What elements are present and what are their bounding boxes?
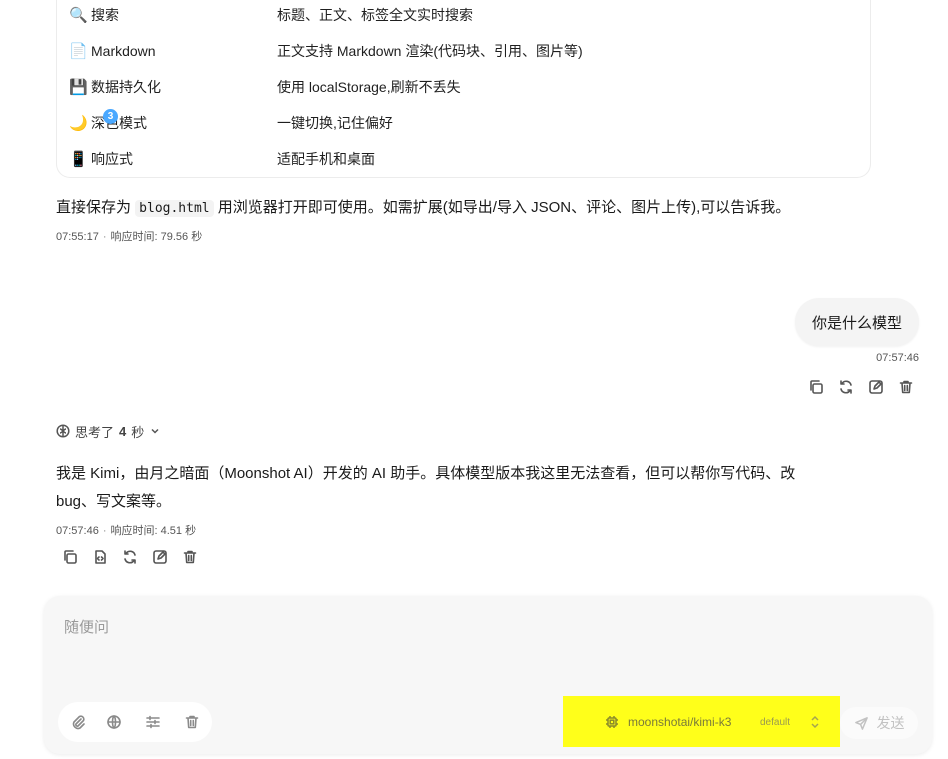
regenerate-icon[interactable] (119, 546, 141, 568)
floppy-disk-icon: 💾 (69, 78, 88, 96)
edit-icon[interactable] (149, 546, 171, 568)
feature-name: 深色模式 (91, 115, 147, 131)
response-time: 响应时间: 4.51 秒 (110, 525, 197, 537)
globe-icon[interactable] (103, 711, 125, 733)
document-icon: 📄 (69, 42, 88, 60)
feature-desc: 正文支持 Markdown 渲染(代码块、引用、图片等) (277, 43, 583, 59)
user-message-time: 07:57:46 (876, 352, 919, 364)
message-input[interactable]: 随便问 (64, 616, 109, 637)
feature-row: 📱 响应式 适配手机和桌面 (57, 141, 870, 177)
thinking-toggle[interactable]: 思考了 4 秒 (56, 421, 161, 441)
brain-icon (56, 424, 70, 438)
feature-row: 📄 Markdown 正文支持 Markdown 渲染(代码块、引用、图片等) (57, 33, 870, 69)
model-selector[interactable]: moonshotai/kimi-k3 default (563, 696, 840, 747)
message-line: 我是 Kimi，由月之暗面（Moonshot AI）开发的 AI 助手。具体模型… (56, 465, 796, 482)
thinking-unit: 秒 (131, 424, 145, 440)
paperclip-icon[interactable] (67, 711, 89, 733)
user-message-bubble: 你是什么模型 (794, 298, 919, 346)
tools-count-badge: 3 (103, 109, 118, 124)
feature-row: 🔍 搜索 标题、正文、标签全文实时搜索 (57, 0, 870, 33)
feature-name: 响应式 (91, 151, 133, 167)
regenerate-icon[interactable] (835, 376, 857, 398)
composer-toolbar (58, 702, 212, 742)
assistant-message-text: 直接保存为 blog.html 用浏览器打开即可使用。如需扩展(如导出/导入 J… (56, 194, 790, 223)
copy-icon[interactable] (805, 376, 827, 398)
send-icon (854, 716, 868, 730)
assistant-message-text: 我是 Kimi，由月之暗面（Moonshot AI）开发的 AI 助手。具体模型… (56, 460, 856, 516)
feature-table: 🔍 搜索 标题、正文、标签全文实时搜索 📄 Markdown 正文支持 Mark… (56, 0, 871, 178)
feature-row: 🌙 深色模式 一键切换,记住偏好 (57, 105, 870, 141)
feature-desc: 标题、正文、标签全文实时搜索 (277, 7, 473, 23)
message-text: 直接保存为 (56, 199, 136, 216)
feature-name: 搜索 (91, 7, 119, 23)
inline-code: blog.html (135, 200, 214, 217)
feature-name: 数据持久化 (91, 79, 161, 95)
chevron-down-icon (151, 428, 159, 434)
model-tag: default (760, 717, 791, 728)
feature-name: Markdown (91, 43, 156, 59)
message-time: 07:55:17 (56, 231, 99, 243)
magnifier-icon: 🔍 (69, 6, 88, 24)
message-time: 07:57:46 (56, 525, 99, 537)
send-button[interactable]: 发送 (840, 707, 918, 739)
phone-icon: 📱 (69, 150, 88, 168)
feature-row: 💾 数据持久化 使用 localStorage,刷新不丢失 (57, 69, 870, 105)
response-time: 响应时间: 79.56 秒 (110, 231, 203, 243)
feature-desc: 使用 localStorage,刷新不丢失 (277, 79, 461, 95)
model-name: moonshotai/kimi-k3 (628, 715, 732, 729)
thinking-label: 思考了 (75, 424, 115, 440)
copy-icon[interactable] (59, 546, 81, 568)
thinking-seconds: 4 (119, 423, 127, 439)
delete-icon[interactable] (181, 711, 203, 733)
chip-icon (606, 716, 618, 728)
feature-desc: 适配手机和桌面 (277, 151, 375, 167)
feature-desc: 一键切换,记住偏好 (277, 115, 393, 131)
moon-icon: 🌙 (69, 114, 88, 132)
sliders-icon[interactable] (142, 711, 164, 733)
delete-icon[interactable] (895, 376, 917, 398)
user-message-text: 你是什么模型 (811, 314, 902, 332)
send-label: 发送 (876, 715, 905, 731)
message-meta: 07:55:17 · 响应时间: 79.56 秒 (56, 231, 203, 243)
edit-icon[interactable] (865, 376, 887, 398)
copy-code-icon[interactable] (89, 546, 111, 568)
message-line: bug、写文案等。 (56, 493, 172, 510)
message-meta: 07:57:46 · 响应时间: 4.51 秒 (56, 525, 197, 537)
delete-icon[interactable] (179, 546, 201, 568)
chevron-updown-icon (810, 714, 820, 730)
message-text: 用浏览器打开即可使用。如需扩展(如导出/导入 JSON、评论、图片上传),可以告… (213, 199, 791, 216)
